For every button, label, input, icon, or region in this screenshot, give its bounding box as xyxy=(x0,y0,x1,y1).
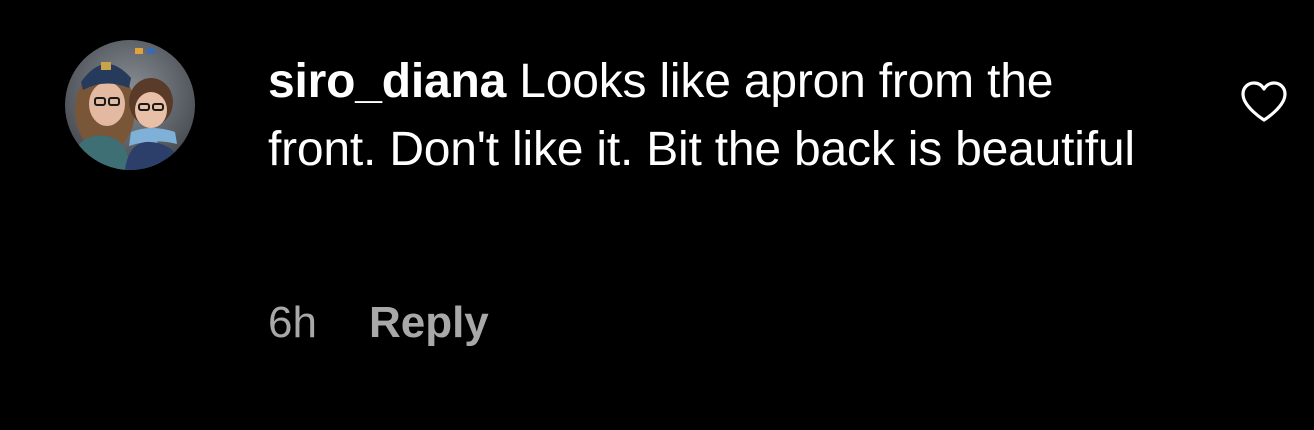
reply-button[interactable]: Reply xyxy=(369,295,489,351)
comment-item: siro_diana Looks like apron from the fro… xyxy=(0,0,1314,430)
heart-outline-icon xyxy=(1241,81,1287,122)
comment-text-block: siro_diana Looks like apron from the fro… xyxy=(268,48,1168,184)
avatar-photo xyxy=(65,40,195,170)
avatar[interactable] xyxy=(65,40,195,170)
comment-meta: 6h Reply xyxy=(268,295,489,351)
like-button[interactable] xyxy=(1240,80,1288,124)
comment-username[interactable]: siro_diana xyxy=(268,55,506,108)
comment-timestamp: 6h xyxy=(268,298,317,347)
comment-body: siro_diana Looks like apron from the fro… xyxy=(268,48,1168,184)
